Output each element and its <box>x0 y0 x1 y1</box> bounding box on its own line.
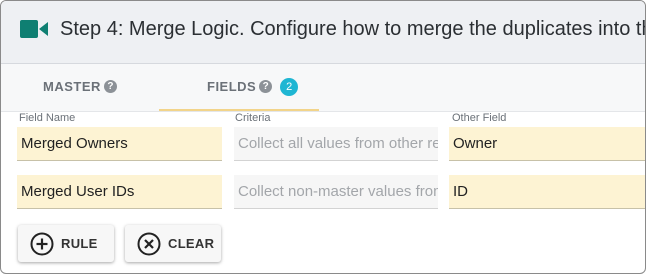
video-camera-icon <box>20 20 48 38</box>
tab-master-label: MASTER <box>43 79 101 94</box>
clear-label: CLEAR <box>168 236 215 251</box>
column-label-criteria: Criteria <box>235 112 271 124</box>
field-name-input[interactable]: Merged Owners <box>17 127 222 161</box>
help-icon[interactable]: ? <box>103 80 117 93</box>
add-rule-label: RULE <box>61 236 98 251</box>
close-circle-icon <box>137 232 161 255</box>
plus-circle-icon <box>30 232 54 255</box>
add-rule-button[interactable]: RULE <box>18 225 114 262</box>
step-header: Step 4: Merge Logic. Configure how to me… <box>1 1 645 64</box>
fields-count-badge: 2 <box>280 77 299 96</box>
field-name-input[interactable]: Merged User IDs <box>17 175 222 209</box>
tab-fields[interactable]: FIELDS ? 2 <box>159 64 319 111</box>
tab-master[interactable]: MASTER ? <box>43 64 117 109</box>
other-field-select[interactable]: Owner <box>449 127 645 161</box>
page-title: Step 4: Merge Logic. Configure how to me… <box>60 18 645 40</box>
column-label-other-field: Other Field <box>452 112 507 124</box>
help-icon[interactable]: ? <box>259 80 273 93</box>
other-field-select[interactable]: ID <box>449 175 645 209</box>
column-label-field-name: Field Name <box>19 112 76 124</box>
criteria-select[interactable]: Collect non-master values from records <box>234 175 438 209</box>
criteria-select[interactable]: Collect all values from other records <box>234 127 438 161</box>
clear-button[interactable]: CLEAR <box>125 225 221 262</box>
merge-logic-panel: Step 4: Merge Logic. Configure how to me… <box>0 0 646 274</box>
tab-bar: MASTER ? FIELDS ? 2 <box>1 64 645 112</box>
tab-fields-label: FIELDS <box>207 79 257 94</box>
